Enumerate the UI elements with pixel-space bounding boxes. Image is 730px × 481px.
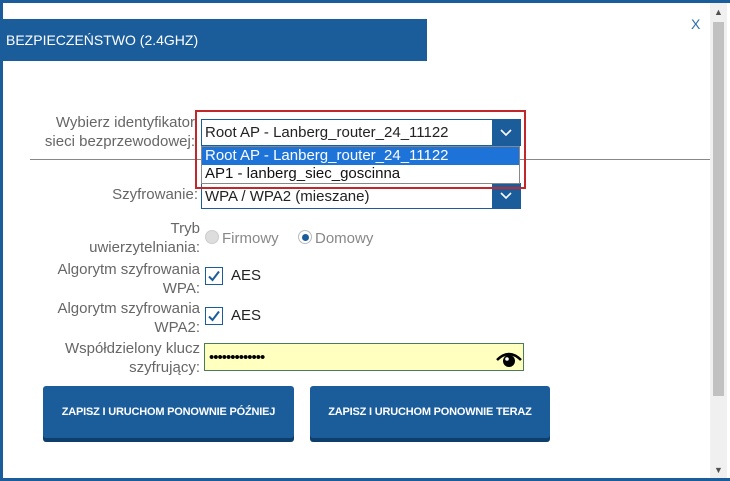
wpa-aes-checkbox[interactable] — [205, 267, 223, 285]
ssid-label-line2: sieci bezprzewodowej: — [44, 133, 195, 150]
wpa-algo-label-line1: Algorytm szyfrowania — [57, 261, 200, 278]
wpa-algo-label: Algorytm szyfrowania WPA: — [23, 260, 200, 298]
save-later-button[interactable]: ZAPISZ I URUCHOM PONOWNIE PÓŹNIEJ — [43, 386, 294, 438]
scroll-down-arrow-icon[interactable]: ▼ — [710, 461, 727, 478]
highlight-frame — [195, 110, 526, 189]
wpa2-algo-label-line1: Algorytm szyfrowania — [57, 300, 200, 317]
dialog-title: BEZPIECZEŃSTWO (2.4GHZ) — [6, 32, 199, 48]
radio-company-label[interactable]: Firmowy — [222, 230, 279, 247]
check-icon — [208, 270, 220, 282]
security-dialog: BEZPIECZEŃSTWO (2.4GHZ) X Wybierz identy… — [0, 0, 730, 481]
radio-company[interactable] — [205, 230, 219, 244]
shared-key-label-line1: Współdzielony klucz — [64, 340, 200, 357]
ssid-label: Wybierz identyfikator sieci bezprzewodow… — [23, 113, 195, 151]
radio-home[interactable] — [298, 230, 312, 244]
shared-key-value: ••••••••••••• — [209, 348, 265, 366]
vertical-scrollbar[interactable]: ▲ ▼ — [710, 3, 727, 478]
dialog-title-bar: BEZPIECZEŃSTWO (2.4GHZ) — [3, 19, 427, 61]
wpa2-algo-label: Algorytm szyfrowania WPA2: — [23, 299, 200, 337]
scroll-up-arrow-icon[interactable]: ▲ — [710, 3, 727, 20]
scroll-thumb[interactable] — [713, 22, 724, 396]
check-icon — [208, 310, 220, 322]
wpa-aes-label: AES — [231, 267, 262, 284]
ssid-label-line1: Wybierz identyfikator — [55, 114, 195, 131]
eye-icon[interactable] — [495, 348, 523, 368]
shared-key-label: Współdzielony klucz szyfrujący: — [23, 339, 200, 377]
shared-key-input[interactable]: ••••••••••••• — [204, 343, 524, 371]
encryption-label: Szyfrowanie: — [112, 186, 198, 203]
encryption-select-value: WPA / WPA2 (mieszane) — [205, 187, 370, 205]
auth-mode-label-line2: uwierzytelniania: — [89, 239, 200, 256]
auth-mode-label: Tryb uwierzytelniania: — [23, 219, 200, 257]
radio-home-label[interactable]: Domowy — [315, 230, 373, 247]
wpa2-algo-label-line2: WPA2: — [154, 319, 200, 336]
shared-key-label-line2: szyfrujący: — [129, 359, 200, 376]
wpa-algo-label-line2: WPA: — [162, 280, 200, 297]
close-icon[interactable]: X — [691, 16, 700, 32]
wpa2-aes-label: AES — [231, 307, 262, 324]
save-now-button[interactable]: ZAPISZ I URUCHOM PONOWNIE TERAZ — [310, 386, 550, 438]
auth-mode-label-line1: Tryb — [170, 220, 200, 237]
wpa2-aes-checkbox[interactable] — [205, 307, 223, 325]
